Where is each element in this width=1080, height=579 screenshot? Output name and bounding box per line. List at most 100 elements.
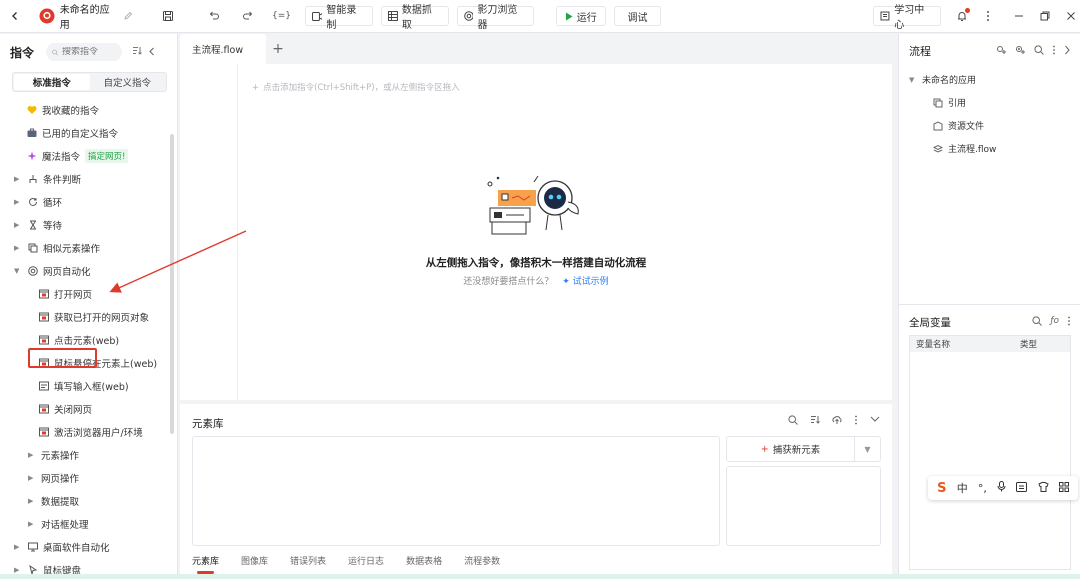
list-item-close-webpage[interactable]: 关闭网页 xyxy=(0,397,177,420)
caret-right-icon: ▶ xyxy=(14,197,20,206)
undo-icon[interactable] xyxy=(205,7,223,25)
edit-name-icon[interactable] xyxy=(119,7,137,25)
sort-icon[interactable] xyxy=(810,415,820,428)
list-item-webpage-ops[interactable]: ▶ 网页操作 xyxy=(0,466,177,489)
capture-dropdown-icon[interactable]: ▼ xyxy=(854,437,880,461)
try-example-link[interactable]: ✦ 试试示例 xyxy=(562,277,608,287)
function-icon[interactable]: ƒo xyxy=(1050,316,1059,329)
globe-icon xyxy=(27,265,38,276)
tab-run-log[interactable]: 运行日志 xyxy=(348,554,384,567)
capture-new-element-button[interactable]: + 捕获新元素 xyxy=(727,442,854,457)
tab-data-table[interactable]: 数据表格 xyxy=(406,554,442,567)
list-item-open-webpage[interactable]: 打开网页 xyxy=(0,282,177,305)
tab-error-list[interactable]: 错误列表 xyxy=(290,554,326,567)
sort-icon[interactable] xyxy=(132,46,142,58)
browser-button[interactable]: 影刀浏览器 xyxy=(456,5,534,31)
tab-main-flow[interactable]: 主流程.flow xyxy=(180,34,266,64)
instruction-list-scrollbar[interactable] xyxy=(170,134,174,434)
empty-state-question: 还没想好要搭点什么？ xyxy=(463,277,554,287)
browser-label: 影刀浏览器 xyxy=(477,5,518,31)
empty-state-illustration-icon xyxy=(487,175,579,235)
run-button[interactable]: 运行 xyxy=(555,6,606,26)
tab-element-library[interactable]: 元素库 xyxy=(192,554,219,574)
tree-app-node[interactable]: ▼ 未命名的应用 xyxy=(899,68,1080,91)
tab-image-library[interactable]: 图像库 xyxy=(241,554,268,567)
sparkle-icon xyxy=(26,150,37,161)
more-menu-icon[interactable] xyxy=(854,415,858,428)
punctuation-icon[interactable]: °, xyxy=(978,482,987,495)
data-capture-button[interactable]: 数据抓取 xyxy=(381,5,449,31)
variable-button[interactable]: {=} xyxy=(272,7,291,25)
add-flow-icon[interactable] xyxy=(996,45,1007,58)
list-item-condition[interactable]: ▶ 条件判断 xyxy=(0,167,177,190)
smart-record-button[interactable]: 智能录制 xyxy=(304,5,374,31)
webpage-icon xyxy=(38,426,49,437)
app-window: 未命名的应用 {=} 智能录制 数据抓取 影刀浏览器 运行 调试 学习中心 指令… xyxy=(0,0,1080,579)
search-icon[interactable] xyxy=(1032,316,1043,329)
list-item-magic[interactable]: 魔法指令 搞定网页! xyxy=(0,144,177,167)
learning-center-button[interactable]: 学习中心 xyxy=(873,5,941,31)
tab-flow-params[interactable]: 流程参数 xyxy=(464,554,500,567)
similar-elements-label: 相似元素操作 xyxy=(43,243,101,255)
debug-button[interactable]: 调试 xyxy=(613,6,662,26)
list-item-get-opened-webpage[interactable]: 获取已打开的网页对象 xyxy=(0,305,177,328)
element-list-area xyxy=(192,436,720,546)
close-icon[interactable] xyxy=(1062,7,1080,25)
collapse-panel-icon[interactable] xyxy=(148,46,156,59)
debug-label: 调试 xyxy=(627,12,648,24)
ime-language-toggle[interactable]: 中 xyxy=(957,480,968,496)
restore-icon[interactable] xyxy=(1036,7,1054,25)
tree-item-reference[interactable]: 引用 xyxy=(899,91,1080,114)
tab-standard-instructions[interactable]: 标准指令 xyxy=(14,74,90,90)
element-library-title: 元素库 xyxy=(192,418,224,430)
tab-custom-instructions[interactable]: 自定义指令 xyxy=(90,74,166,90)
column-var-name: 变量名称 xyxy=(916,340,951,350)
search-icon[interactable] xyxy=(788,415,798,428)
back-icon[interactable] xyxy=(6,7,24,25)
data-extract-label: 数据提取 xyxy=(41,496,80,508)
list-item-web-automation[interactable]: ▼ 网页自动化 xyxy=(0,259,177,282)
redo-icon[interactable] xyxy=(239,7,257,25)
list-item-loop[interactable]: ▶ 循环 xyxy=(0,190,177,213)
list-item-dialog[interactable]: ▶ 对话框处理 xyxy=(0,512,177,535)
list-item-favorites[interactable]: 我收藏的指令 xyxy=(0,98,177,121)
list-item-fill-input[interactable]: 填写输入框(web) xyxy=(0,374,177,397)
list-item-desktop-automation[interactable]: ▶ 桌面软件自动化 xyxy=(0,535,177,558)
list-item-used-custom[interactable]: 已用的自定义指令 xyxy=(0,121,177,144)
upload-icon[interactable] xyxy=(832,415,842,428)
minimize-icon[interactable] xyxy=(1011,7,1029,25)
instruction-search[interactable] xyxy=(46,43,123,61)
collapse-panel-icon[interactable] xyxy=(870,415,880,428)
add-instruction-hint[interactable]: + 点击添加指令(Ctrl+Shift+P)，或从左侧指令区拖入 xyxy=(252,81,460,93)
get-opened-webpage-label: 获取已打开的网页对象 xyxy=(54,312,150,324)
ime-logo[interactable]: S xyxy=(937,481,946,496)
collapse-panel-icon[interactable] xyxy=(1064,45,1070,58)
more-menu-icon[interactable] xyxy=(1052,45,1056,58)
notification-bell-icon[interactable] xyxy=(953,7,971,25)
more-menu-icon[interactable] xyxy=(1067,316,1071,329)
skin-icon[interactable] xyxy=(1037,481,1049,495)
list-item-similar-elements[interactable]: ▶ 相似元素操作 xyxy=(0,236,177,259)
folder-icon xyxy=(933,120,943,130)
save-icon[interactable] xyxy=(159,7,177,25)
list-item-data-extract[interactable]: ▶ 数据提取 xyxy=(0,489,177,512)
list-item-element-ops[interactable]: ▶ 元素操作 xyxy=(0,443,177,466)
fill-input-label: 填写输入框(web) xyxy=(54,381,129,393)
list-item-wait[interactable]: ▶ 等待 xyxy=(0,213,177,236)
add-module-icon[interactable] xyxy=(1015,45,1026,58)
tree-item-main-flow[interactable]: 主流程.flow xyxy=(899,137,1080,160)
add-tab-icon[interactable]: + xyxy=(266,34,290,64)
flow-canvas[interactable]: + 点击添加指令(Ctrl+Shift+P)，或从左侧指令区拖入 从左侧拖入指令，… xyxy=(180,64,892,400)
search-icon[interactable] xyxy=(1034,44,1044,58)
keyboard-icon[interactable] xyxy=(1016,481,1028,495)
grid-menu-icon[interactable] xyxy=(1058,481,1069,495)
search-input[interactable] xyxy=(62,47,117,57)
microphone-icon[interactable] xyxy=(997,481,1006,495)
list-item-activate-browser[interactable]: 激活浏览器用户/环境 xyxy=(0,420,177,443)
global-vars-table-header: 变量名称 类型 xyxy=(910,336,1070,352)
caret-right-icon: ▶ xyxy=(28,450,34,459)
webpage-icon xyxy=(38,403,49,414)
more-menu-icon[interactable] xyxy=(979,7,997,25)
tree-item-resources[interactable]: 资源文件 xyxy=(899,114,1080,137)
panel-divider[interactable] xyxy=(899,304,1080,305)
